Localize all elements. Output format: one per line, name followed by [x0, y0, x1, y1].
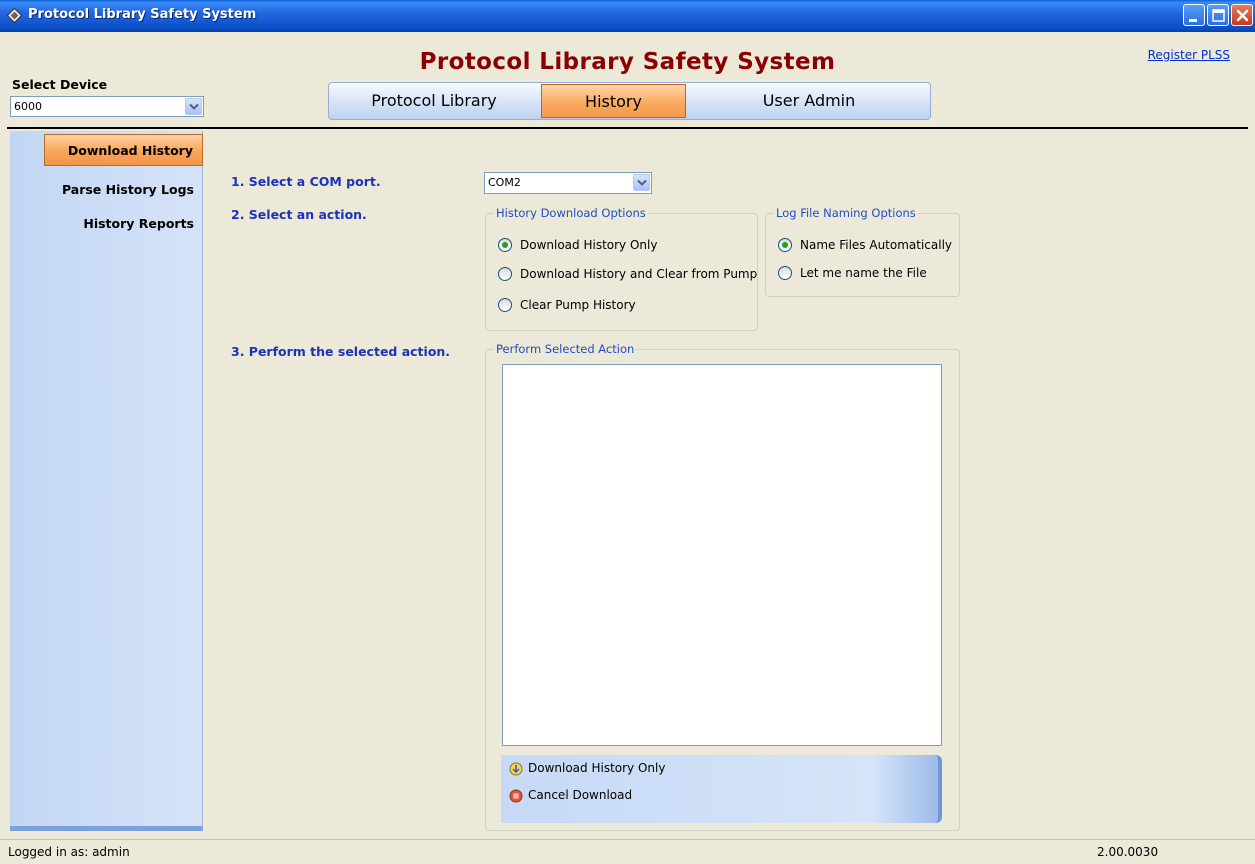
perform-action-legend: Perform Selected Action	[494, 342, 637, 356]
app-heading: Protocol Library Safety System	[419, 49, 836, 75]
device-value: 6000	[14, 100, 42, 113]
radio-selected-icon[interactable]	[498, 238, 512, 252]
cancel-button-label: Cancel Download	[528, 788, 633, 802]
device-label: Select Device	[12, 77, 108, 92]
header-divider	[7, 127, 1248, 129]
sidebar-item-history-reports[interactable]: History Reports	[10, 208, 203, 240]
window-title: Protocol Library Safety System	[28, 7, 257, 22]
tab-history[interactable]: History	[541, 84, 686, 118]
tab-protocol-library[interactable]: Protocol Library	[329, 83, 539, 119]
radio-icon[interactable]	[498, 267, 512, 281]
download-icon	[509, 762, 523, 776]
maximize-icon	[1212, 9, 1225, 22]
radio-label: Download History Only	[520, 238, 658, 252]
close-icon	[1236, 9, 1249, 22]
com-port-select[interactable]: COM2	[484, 172, 652, 194]
sidebar: Download History Parse History Logs Hist…	[10, 131, 203, 831]
stop-icon	[509, 789, 523, 803]
naming-options-group: Log File Naming Options Name Files Autom…	[765, 206, 960, 297]
chevron-down-icon[interactable]	[185, 98, 202, 115]
step-2-label: 2. Select an action.	[231, 207, 367, 222]
header: Protocol Library Safety System Register …	[7, 32, 1248, 128]
step-1-label: 1. Select a COM port.	[231, 174, 381, 189]
radio-label: Clear Pump History	[520, 298, 636, 312]
com-port-value: COM2	[488, 176, 521, 189]
device-select[interactable]: 6000	[10, 96, 204, 117]
version-label: 2.00.0030	[1097, 845, 1159, 859]
radio-label: Let me name the File	[800, 266, 927, 280]
logged-in-user: Logged in as: admin	[8, 845, 130, 859]
radio-label: Name Files Automatically	[800, 238, 953, 252]
main-tabs: Protocol Library History User Admin	[328, 82, 931, 120]
action-panel: Download History Only Cancel Download	[501, 755, 942, 823]
radio-icon[interactable]	[778, 266, 792, 280]
minimize-button[interactable]	[1183, 4, 1205, 26]
close-button[interactable]	[1231, 4, 1253, 26]
app-icon	[7, 8, 22, 23]
radio-icon[interactable]	[498, 298, 512, 312]
maximize-button[interactable]	[1207, 4, 1229, 26]
radio-selected-icon[interactable]	[778, 238, 792, 252]
sidebar-item-parse-history-logs[interactable]: Parse History Logs	[10, 174, 203, 206]
sidebar-item-download-history[interactable]: Download History	[44, 134, 203, 166]
radio-label: Download History and Clear from Pump	[520, 267, 758, 281]
history-options-legend: History Download Options	[494, 206, 648, 220]
minimize-icon	[1189, 19, 1197, 22]
output-textarea[interactable]	[502, 364, 942, 746]
download-button-label: Download History Only	[528, 761, 666, 775]
step-3-label: 3. Perform the selected action.	[231, 344, 451, 359]
register-link[interactable]: Register PLSS	[1148, 48, 1230, 62]
status-bar: Logged in as: admin 2.00.0030	[0, 839, 1255, 864]
chevron-down-icon[interactable]	[633, 174, 650, 191]
naming-options-legend: Log File Naming Options	[774, 206, 918, 220]
tab-user-admin[interactable]: User Admin	[687, 83, 931, 119]
history-options-group: History Download Options Download Histor…	[485, 206, 758, 331]
title-bar: Protocol Library Safety System	[0, 0, 1255, 32]
